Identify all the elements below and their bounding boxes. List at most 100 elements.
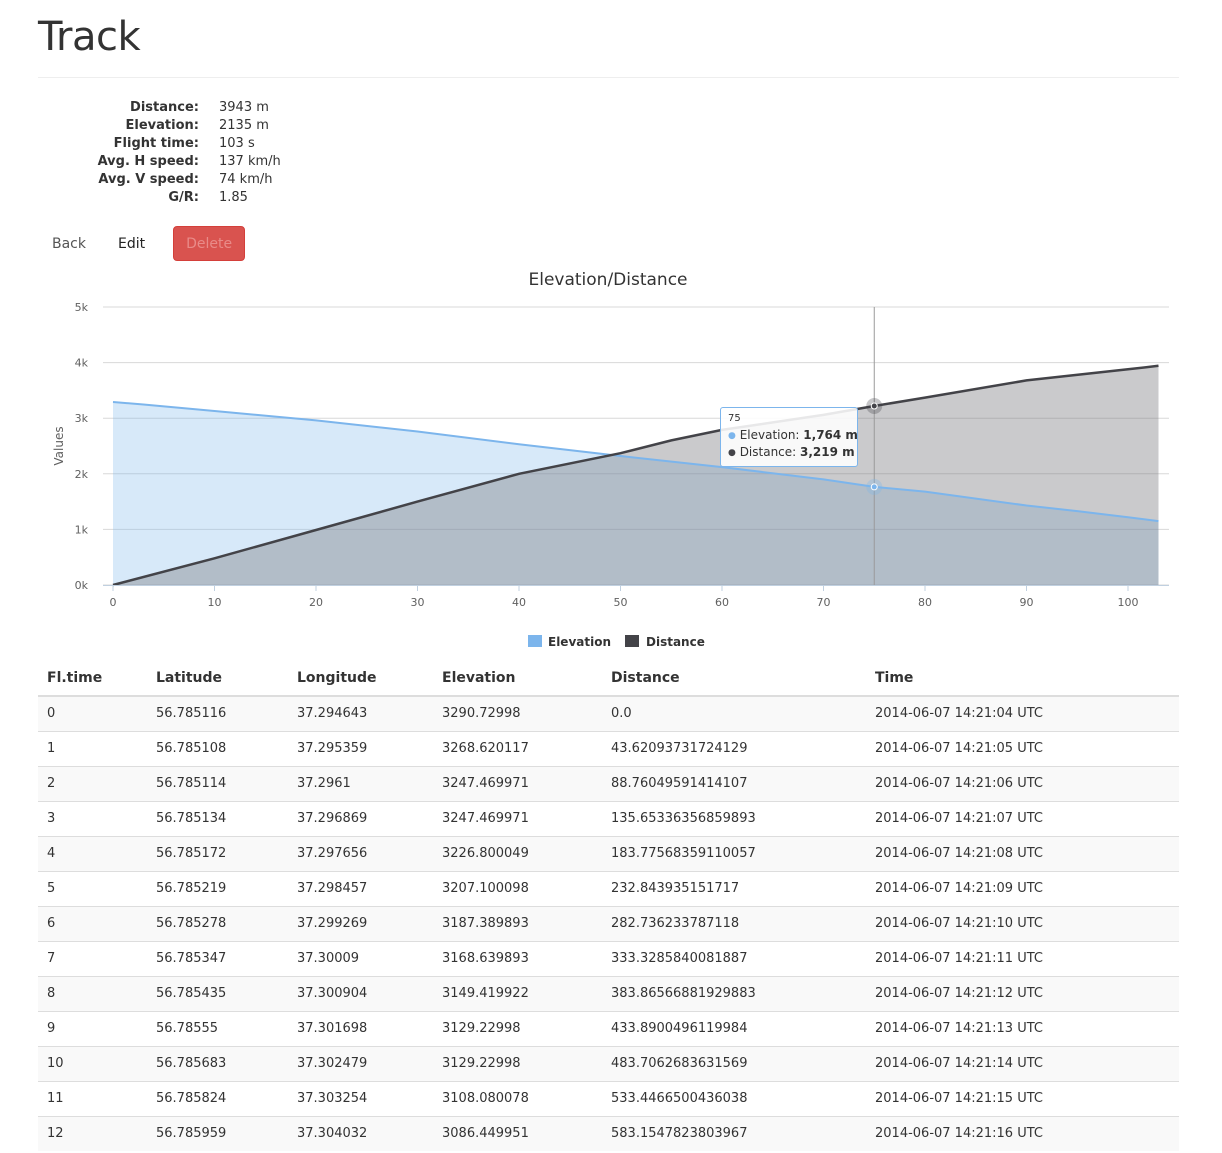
tooltip-value: 1,764 m	[803, 428, 858, 442]
table-cell: 8	[38, 975, 147, 1011]
tooltip-value: 3,219 m	[800, 445, 855, 459]
stat-label: Avg. V speed:	[98, 172, 199, 187]
stat-avg-h-speed: Avg. H speed: 137 km/h	[96, 153, 281, 171]
x-tick-label: 90	[1020, 596, 1034, 609]
y-tick-label: 4k	[75, 357, 89, 370]
stat-label: Elevation:	[125, 118, 199, 133]
x-tick-label: 60	[715, 596, 729, 609]
table-header-row: Fl.time Latitude Longitude Elevation Distanc…	[38, 660, 1179, 697]
stat-elevation: Elevation: 2135 m	[96, 117, 281, 135]
table-cell: 37.302479	[288, 1045, 433, 1081]
table-cell: 37.294643	[288, 695, 433, 731]
table-cell: 37.295359	[288, 730, 433, 766]
table-row: 5 56.785219 37.298457 3207.100098 232.843935…	[38, 870, 1179, 906]
table-cell: 2	[38, 765, 147, 801]
y-tick-label: 5k	[75, 301, 89, 314]
stat-label: G/R:	[168, 190, 199, 205]
table-cell: 7	[38, 940, 147, 976]
table-cell: 56.785683	[147, 1045, 288, 1081]
table-cell: 37.300904	[288, 975, 433, 1011]
table-cell: 56.785108	[147, 730, 288, 766]
table-cell: 2014-06-07 14:21:12 UTC	[866, 975, 1179, 1011]
table-cell: 1	[38, 730, 147, 766]
x-tick-label: 0	[110, 596, 117, 609]
table-cell: 9	[38, 1010, 147, 1046]
table-row: 8 56.785435 37.300904 3149.419922 383.865668…	[38, 975, 1179, 1011]
y-axis-label: Values	[52, 426, 66, 465]
table-cell: 56.785114	[147, 765, 288, 801]
table-cell: 56.785278	[147, 905, 288, 941]
table-cell: 56.785219	[147, 870, 288, 906]
back-link[interactable]: Back	[38, 236, 100, 252]
table-row: 3 56.785134 37.296869 3247.469971 135.653363…	[38, 800, 1179, 836]
table-cell: 56.785347	[147, 940, 288, 976]
table-cell: 2014-06-07 14:21:05 UTC	[866, 730, 1179, 766]
tooltip-row-elevation: ● Elevation: 1,764 m	[728, 427, 858, 444]
tooltip-dot-icon: ●	[728, 448, 736, 458]
table-cell: 2014-06-07 14:21:06 UTC	[866, 765, 1179, 801]
elevation-distance-chart: Elevation/Distance 0k 1k 2k 3k 4k 5k Values 0 10 2…	[38, 262, 1179, 662]
stat-value: 103 s	[219, 136, 255, 151]
table-row: 4 56.785172 37.297656 3226.800049 183.775683…	[38, 835, 1179, 871]
tooltip-label: Distance:	[739, 445, 801, 459]
stat-label: Distance:	[130, 100, 199, 115]
hover-point	[870, 483, 878, 491]
delete-button[interactable]: Delete	[173, 226, 246, 261]
table-cell: 56.785824	[147, 1080, 288, 1116]
table-row: 11 56.785824 37.303254 3108.080078 533.44665…	[38, 1080, 1179, 1116]
table-cell: 56.785116	[147, 695, 288, 731]
title-divider	[38, 77, 1179, 78]
track-actions: Back Edit Delete	[38, 226, 246, 261]
table-row: 1 56.785108 37.295359 3268.620117 43.6209373…	[38, 730, 1179, 766]
table-cell: 2014-06-07 14:21:11 UTC	[866, 940, 1179, 976]
table-row: 10 56.785683 37.302479 3129.22998 483.706268…	[38, 1045, 1179, 1081]
table-cell: 2014-06-07 14:21:16 UTC	[866, 1115, 1179, 1151]
edit-link[interactable]: Edit	[104, 236, 159, 252]
legend-elevation-label: Elevation	[548, 635, 611, 649]
table-cell: 3207.100098	[433, 870, 602, 906]
table-cell: 11	[38, 1080, 147, 1116]
stat-flight-time: Flight time: 103 s	[96, 135, 281, 153]
stat-distance: Distance: 3943 m	[96, 99, 281, 117]
table-cell: 3247.469971	[433, 800, 602, 836]
page-title: Track	[38, 14, 141, 60]
table-cell: 12	[38, 1115, 147, 1151]
column-header: Longitude	[288, 660, 433, 697]
table-body: 0 56.785116 37.294643 3290.72998 0.0 2014-06-…	[38, 695, 1179, 1151]
legend-distance-swatch	[625, 635, 639, 647]
table-cell: 56.78555	[147, 1010, 288, 1046]
y-tick-label: 3k	[75, 412, 89, 425]
table-cell: 10	[38, 1045, 147, 1081]
table-cell: 3	[38, 800, 147, 836]
table-cell: 3268.620117	[433, 730, 602, 766]
table-cell: 6	[38, 905, 147, 941]
x-tick-label: 100	[1118, 596, 1139, 609]
table-cell: 483.7062683631569	[602, 1045, 866, 1081]
column-header: Fl.time	[38, 660, 147, 697]
table-cell: 282.736233787118	[602, 905, 866, 941]
track-stats: Distance: 3943 m Elevation: 2135 m Fligh…	[96, 99, 281, 207]
tooltip-x: 75	[728, 413, 741, 424]
legend-elevation-swatch	[528, 635, 542, 647]
tooltip-label: Elevation:	[739, 428, 804, 442]
table-cell: 2014-06-07 14:21:10 UTC	[866, 905, 1179, 941]
table-cell: 433.8900496119984	[602, 1010, 866, 1046]
table-cell: 37.2961	[288, 765, 433, 801]
x-tick-label: 80	[918, 596, 932, 609]
stat-value: 2135 m	[219, 118, 269, 133]
table-row: 2 56.785114 37.2961 3247.469971 88.760495914…	[38, 765, 1179, 801]
table-cell: 37.303254	[288, 1080, 433, 1116]
table-cell: 56.785435	[147, 975, 288, 1011]
table-cell: 2014-06-07 14:21:04 UTC	[866, 695, 1179, 731]
table-cell: 232.843935151717	[602, 870, 866, 906]
stat-value: 1.85	[219, 190, 248, 205]
y-tick-label: 1k	[75, 523, 89, 536]
table-cell: 2014-06-07 14:21:15 UTC	[866, 1080, 1179, 1116]
table-cell: 5	[38, 870, 147, 906]
column-header: Time	[866, 660, 1179, 697]
x-tick-label: 70	[817, 596, 831, 609]
table-cell: 56.785172	[147, 835, 288, 871]
table-cell: 0	[38, 695, 147, 731]
stat-value: 137 km/h	[219, 154, 281, 169]
table-cell: 3187.389893	[433, 905, 602, 941]
